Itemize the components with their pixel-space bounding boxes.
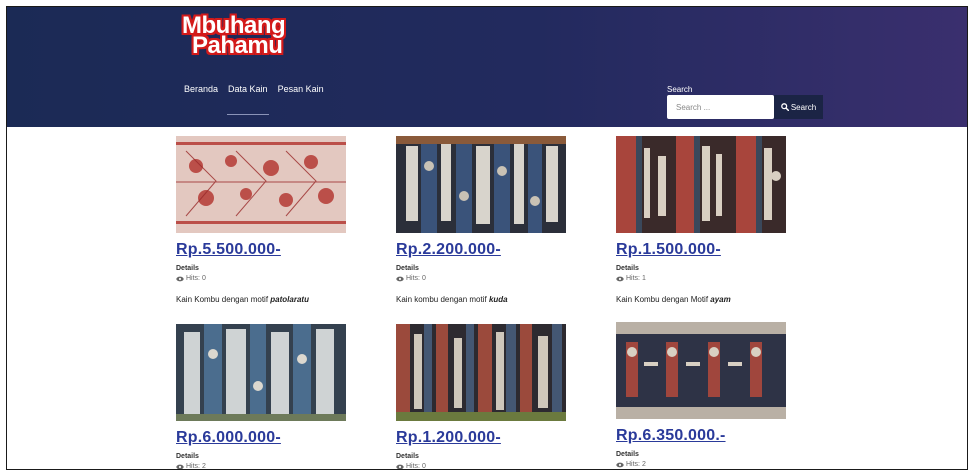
description-text: Kain kombu dengan motif bbox=[396, 295, 489, 304]
description-text: Kain Kombu dengan motif bbox=[176, 295, 271, 304]
details-label: Details bbox=[396, 265, 419, 272]
hits-text: Hits: 0 bbox=[186, 275, 206, 282]
product-price-link[interactable]: Rp.6.350.000.- bbox=[616, 427, 726, 445]
nav-item-pesan-kain[interactable]: Pesan Kain bbox=[273, 84, 329, 94]
product-card: Rp.6.350.000.- Details Hits: 2 bbox=[616, 322, 791, 468]
hits-counter: Hits: 0 bbox=[396, 275, 571, 282]
details-label: Details bbox=[396, 453, 419, 460]
product-card: Rp.5.500.000- Details Hits: 0 Kain Kombu… bbox=[176, 136, 351, 304]
product-card: Rp.2.200.000- Details Hits: 0 Kain kombu… bbox=[396, 136, 571, 304]
hits-text: Hits: 2 bbox=[626, 461, 646, 468]
product-price-link[interactable]: Rp.2.200.000- bbox=[396, 241, 501, 259]
eye-icon bbox=[396, 464, 404, 469]
product-image[interactable] bbox=[176, 136, 346, 233]
hits-text: Hits: 2 bbox=[186, 463, 206, 470]
logo-line-2: Pahamu bbox=[192, 32, 283, 59]
product-image[interactable] bbox=[616, 136, 786, 233]
hits-counter: Hits: 2 bbox=[616, 461, 791, 468]
magnifier-icon bbox=[780, 103, 789, 111]
description-text: Kain Kombu dengan Motif bbox=[616, 295, 711, 304]
eye-icon bbox=[616, 462, 624, 467]
hits-text: Hits: 0 bbox=[406, 275, 426, 282]
product-image[interactable] bbox=[616, 322, 786, 419]
product-price-link[interactable]: Rp.5.500.000- bbox=[176, 241, 281, 259]
search-button-label: Search bbox=[790, 102, 817, 112]
product-price-link[interactable]: Rp.1.500.000- bbox=[616, 241, 721, 259]
hits-text: Hits: 1 bbox=[626, 275, 646, 282]
product-image[interactable] bbox=[396, 324, 566, 421]
details-label: Details bbox=[176, 453, 199, 460]
product-description: Kain kombu dengan motif kuda bbox=[396, 295, 571, 304]
search-button[interactable]: Search bbox=[774, 95, 823, 119]
product-card: Rp.6.000.000- Details Hits: 2 bbox=[176, 324, 351, 470]
product-description: Kain Kombu dengan motif patolaratu bbox=[176, 295, 351, 304]
eye-icon bbox=[616, 276, 624, 281]
product-image[interactable] bbox=[396, 136, 566, 233]
site-header: Mbuhang Pahamu Beranda Data Kain Pesan K… bbox=[7, 7, 967, 127]
details-label: Details bbox=[176, 265, 199, 272]
eye-icon bbox=[176, 464, 184, 469]
hits-counter: Hits: 1 bbox=[616, 275, 791, 282]
hits-counter: Hits: 0 bbox=[176, 275, 351, 282]
nav-item-beranda[interactable]: Beranda bbox=[179, 84, 223, 94]
site-logo[interactable]: Mbuhang Pahamu bbox=[182, 14, 286, 59]
main-nav: Beranda Data Kain Pesan Kain bbox=[179, 84, 329, 115]
hits-counter: Hits: 0 bbox=[396, 463, 571, 470]
motif-name: patolaratu bbox=[270, 295, 309, 304]
product-price-link[interactable]: Rp.1.200.000- bbox=[396, 429, 501, 447]
search-label: Search bbox=[667, 85, 693, 94]
details-label: Details bbox=[616, 451, 639, 458]
eye-icon bbox=[396, 276, 404, 281]
product-price-link[interactable]: Rp.6.000.000- bbox=[176, 429, 281, 447]
product-image[interactable] bbox=[176, 324, 346, 421]
search-input[interactable] bbox=[667, 95, 774, 119]
nav-item-data-kain[interactable]: Data Kain bbox=[223, 84, 273, 115]
product-description: Kain Kombu dengan Motif ayam bbox=[616, 295, 791, 304]
motif-name: kuda bbox=[488, 295, 508, 304]
page-frame: Mbuhang Pahamu Beranda Data Kain Pesan K… bbox=[6, 6, 968, 470]
eye-icon bbox=[176, 276, 184, 281]
hits-counter: Hits: 2 bbox=[176, 463, 351, 470]
product-card: Rp.1.500.000- Details Hits: 1 Kain Kombu… bbox=[616, 136, 791, 304]
details-label: Details bbox=[616, 265, 639, 272]
hits-text: Hits: 0 bbox=[406, 463, 426, 470]
motif-name: ayam bbox=[710, 295, 731, 304]
product-card: Rp.1.200.000- Details Hits: 0 bbox=[396, 324, 571, 470]
